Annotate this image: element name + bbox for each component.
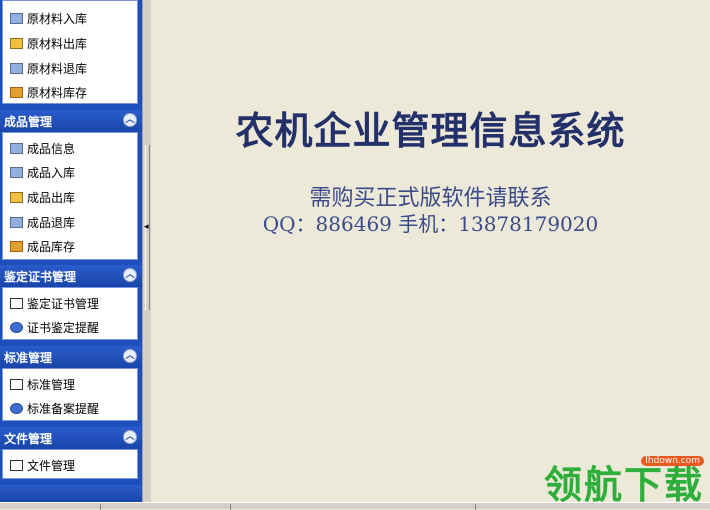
status-bar: [0, 502, 710, 510]
standards-group-body: 标准管理 标准备案提醒: [2, 368, 138, 421]
watermark-site: lhdown.com: [641, 456, 704, 466]
sidebar-item-raw-out[interactable]: 原材料出库: [3, 31, 137, 55]
sidebar-item-raw-return[interactable]: 原材料退库: [3, 56, 137, 80]
sidebar-item-label: 成品信息: [27, 141, 76, 156]
sidebar-item-cert-manage[interactable]: 鉴定证书管理: [3, 291, 137, 315]
group-title: 文件管理: [4, 431, 53, 446]
sidebar-item-label: 原材料库存: [27, 85, 88, 100]
collapse-icon[interactable]: ︿: [123, 349, 137, 363]
collapse-icon[interactable]: ︿: [123, 430, 137, 444]
sidebar-item-file-manage[interactable]: 文件管理: [3, 453, 137, 477]
warehouse-icon: [10, 240, 23, 252]
collapse-icon[interactable]: ︿: [123, 268, 137, 282]
sidebar-item-raw-in[interactable]: 原材料入库: [3, 6, 137, 30]
sidebar-item-product-info[interactable]: 成品信息: [3, 136, 137, 160]
group-title: 标准管理: [4, 350, 53, 365]
document-icon: [10, 297, 23, 309]
contact-info: QQ：886469 手机：13878179020: [262, 212, 599, 236]
collapse-icon[interactable]: ︿: [123, 113, 137, 127]
sidebar-item-label: 标准备案提醒: [27, 401, 100, 416]
sidebar-item-label: 成品入库: [27, 165, 76, 180]
group-title: 成品管理: [4, 114, 53, 129]
sidebar-splitter[interactable]: ◂: [142, 0, 151, 502]
sidebar-item-label: 原材料出库: [27, 36, 88, 51]
sidebar-item-raw-stock[interactable]: 原材料库存: [3, 80, 137, 104]
warehouse-icon: [10, 86, 23, 98]
store-out-icon: [10, 191, 23, 203]
status-pane: [100, 504, 101, 510]
store-return-icon: [10, 216, 23, 228]
group-title: 鉴定证书管理: [4, 269, 77, 284]
sidebar-item-product-return[interactable]: 成品退库: [3, 210, 137, 234]
status-pane: [475, 504, 476, 510]
file-icon: [10, 459, 23, 471]
alert-icon: [10, 321, 23, 333]
page-title: 农机企业管理信息系统: [235, 108, 626, 153]
sidebar-item-product-stock[interactable]: 成品库存: [3, 234, 137, 258]
store-in-icon: [10, 166, 23, 178]
sidebar-item-label: 原材料退库: [27, 61, 88, 76]
collapse-left-icon[interactable]: ◂: [144, 222, 149, 232]
sidebar-item-label: 证书鉴定提醒: [27, 320, 100, 335]
info-icon: [10, 142, 23, 154]
sidebar-item-label: 成品库存: [27, 239, 76, 254]
sidebar-item-label: 标准管理: [27, 377, 76, 392]
certificates-group-body: 鉴定证书管理 证书鉴定提醒: [2, 287, 138, 340]
sidebar-item-cert-alert[interactable]: 证书鉴定提醒: [3, 315, 137, 339]
alert-icon: [10, 402, 23, 414]
sidebar-item-product-out[interactable]: 成品出库: [3, 185, 137, 209]
store-return-icon: [10, 62, 23, 74]
group-header-standards[interactable]: 标准管理 ︿: [0, 346, 142, 368]
sidebar-item-label: 成品出库: [27, 190, 76, 205]
files-group-body: 文件管理: [2, 449, 138, 479]
status-pane: [230, 504, 231, 510]
raw-material-group-body: 原材料入库 原材料出库 原材料退库 原材料库存: [2, 0, 138, 104]
sidebar-item-label: 成品退库: [27, 215, 76, 230]
sidebar-item-label: 原材料入库: [27, 11, 88, 26]
group-header-products[interactable]: 成品管理 ︿: [0, 110, 142, 132]
store-out-icon: [10, 37, 23, 49]
products-group-body: 成品信息 成品入库 成品出库 成品退库 成品库存: [2, 132, 138, 260]
store-in-icon: [10, 12, 23, 24]
sidebar: 原材料入库 原材料出库 原材料退库 原材料库存 成品管理 ︿ 成品信息 成品入库 …: [0, 0, 142, 502]
group-header-certificates[interactable]: 鉴定证书管理 ︿: [0, 265, 142, 287]
main-panel: 农机企业管理信息系统 需购买正式版软件请联系 QQ：886469 手机：1387…: [151, 0, 710, 507]
document-icon: [10, 378, 23, 390]
sidebar-item-label: 文件管理: [27, 458, 76, 473]
group-header-files[interactable]: 文件管理 ︿: [0, 427, 142, 449]
sidebar-item-product-in[interactable]: 成品入库: [3, 160, 137, 184]
sidebar-item-label: 鉴定证书管理: [27, 296, 100, 311]
sidebar-item-standard-alert[interactable]: 标准备案提醒: [3, 396, 137, 420]
sidebar-item-standard-manage[interactable]: 标准管理: [3, 372, 137, 396]
group-header-partial[interactable]: [0, 485, 142, 502]
